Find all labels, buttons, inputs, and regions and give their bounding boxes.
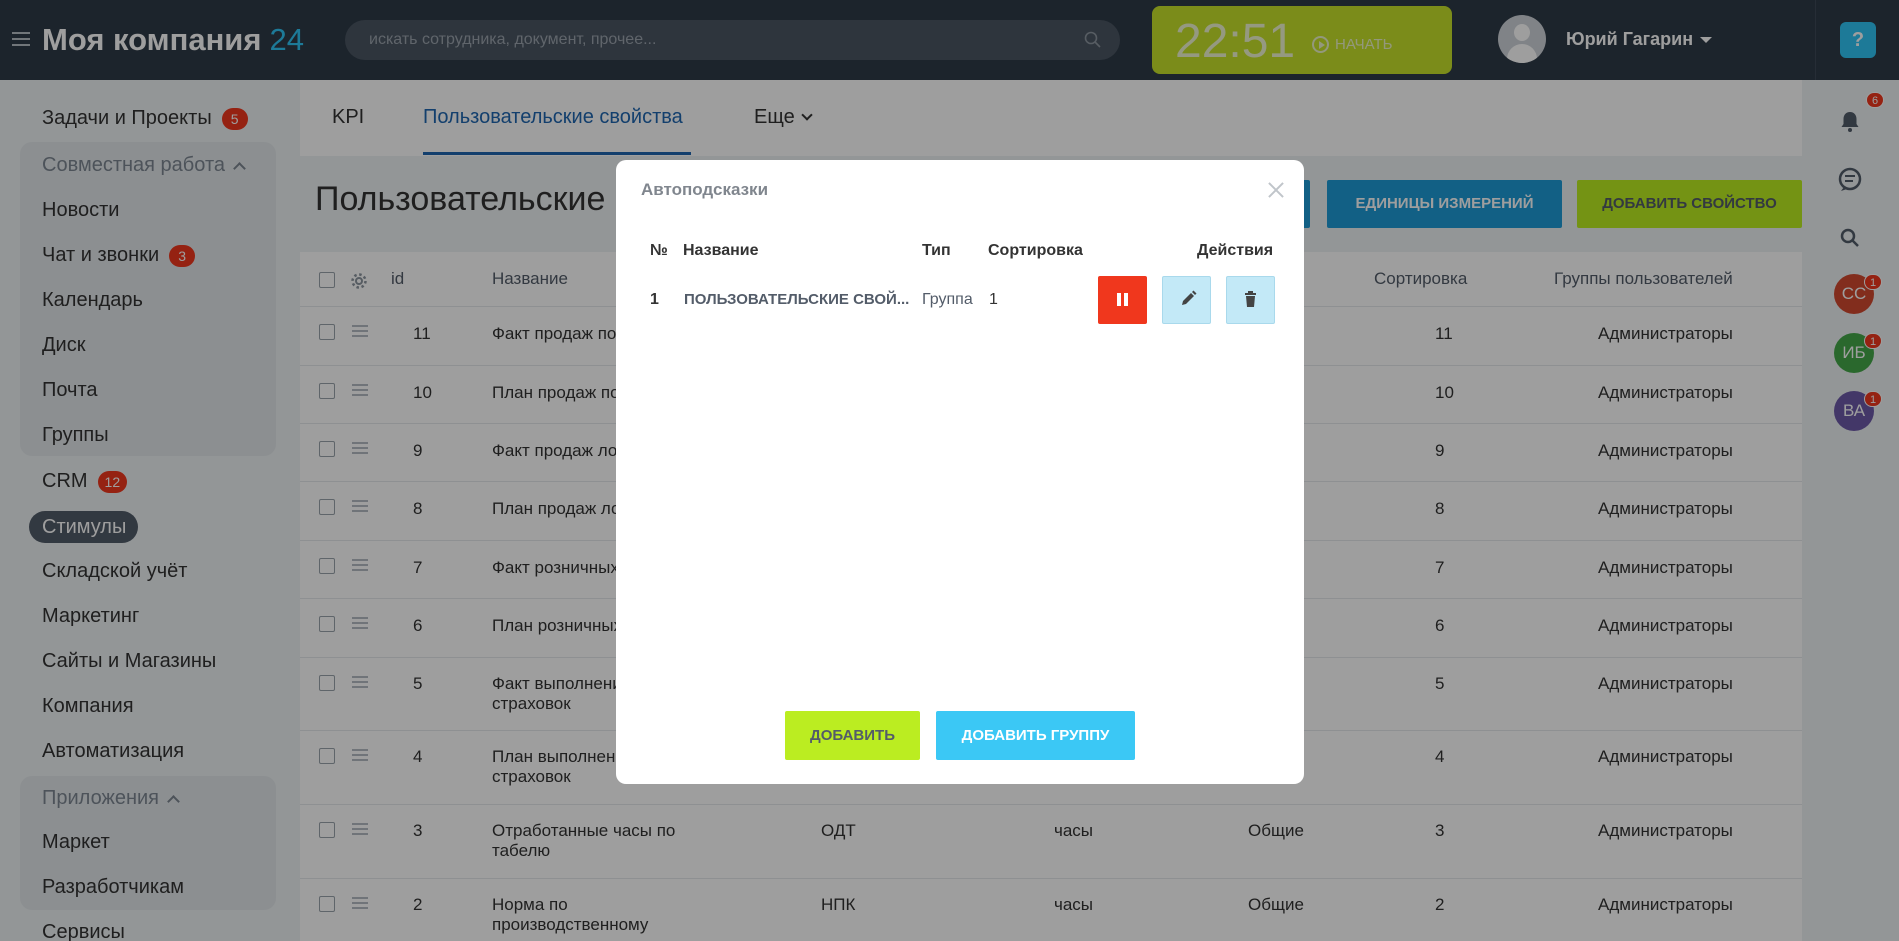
pause-button[interactable]	[1098, 276, 1147, 324]
add-group-button[interactable]: ДОБАВИТЬ ГРУППУ	[936, 711, 1135, 760]
column-num: №	[650, 242, 668, 259]
column-type: Тип	[922, 242, 951, 259]
column-name: Название	[683, 242, 759, 259]
column-actions: Действия	[1197, 242, 1274, 259]
add-button[interactable]: ДОБАВИТЬ	[785, 711, 920, 760]
close-icon[interactable]	[1266, 180, 1286, 200]
row-num: 1	[650, 291, 659, 308]
column-sort: Сортировка	[988, 242, 1083, 259]
trash-icon	[1245, 291, 1256, 307]
autosuggest-dialog: Автоподсказки № Название Тип Сортировка …	[616, 160, 1304, 784]
dialog-title: Автоподсказки	[641, 180, 769, 199]
edit-button[interactable]	[1162, 276, 1211, 324]
row-type: Группа	[922, 291, 973, 308]
row-sort: 1	[989, 291, 998, 308]
pencil-icon	[1182, 290, 1197, 305]
row-name: ПОЛЬЗОВАТЕЛЬСКИЕ СВОЙ...	[684, 291, 910, 308]
delete-button[interactable]	[1226, 276, 1275, 324]
